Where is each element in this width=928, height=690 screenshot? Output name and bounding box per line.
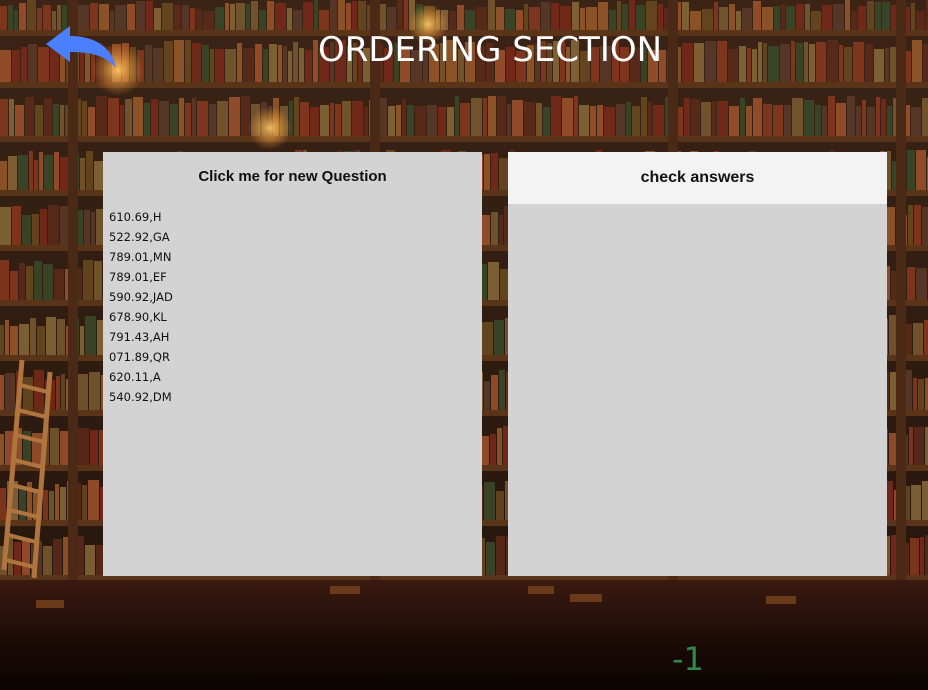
app-window: ORDERING SECTION Click me for new Questi… <box>0 0 928 690</box>
list-item[interactable]: 789.01,EF <box>109 267 173 287</box>
list-item[interactable]: 789.01,MN <box>109 247 173 267</box>
score-display: -1 <box>672 640 704 678</box>
page-title: ORDERING SECTION <box>317 30 663 70</box>
back-arrow-icon[interactable] <box>44 24 120 76</box>
list-item[interactable]: 590.92,JAD <box>109 287 173 307</box>
list-item[interactable]: 791.43,AH <box>109 327 173 347</box>
floor <box>0 580 928 690</box>
answer-panel[interactable]: check answers <box>508 152 887 576</box>
new-question-button[interactable]: Click me for new Question <box>103 152 482 202</box>
question-list: 610.69,H 522.92,GA 789.01,MN 789.01,EF 5… <box>109 207 173 407</box>
list-item[interactable]: 071.89,QR <box>109 347 173 367</box>
list-item[interactable]: 620.11,A <box>109 367 173 387</box>
list-item[interactable]: 522.92,GA <box>109 227 173 247</box>
check-answers-button[interactable]: check answers <box>508 152 887 204</box>
list-item[interactable]: 540.92,DM <box>109 387 173 407</box>
list-item[interactable]: 610.69,H <box>109 207 173 227</box>
list-item[interactable]: 678.90,KL <box>109 307 173 327</box>
question-panel: Click me for new Question 610.69,H 522.9… <box>103 152 482 576</box>
